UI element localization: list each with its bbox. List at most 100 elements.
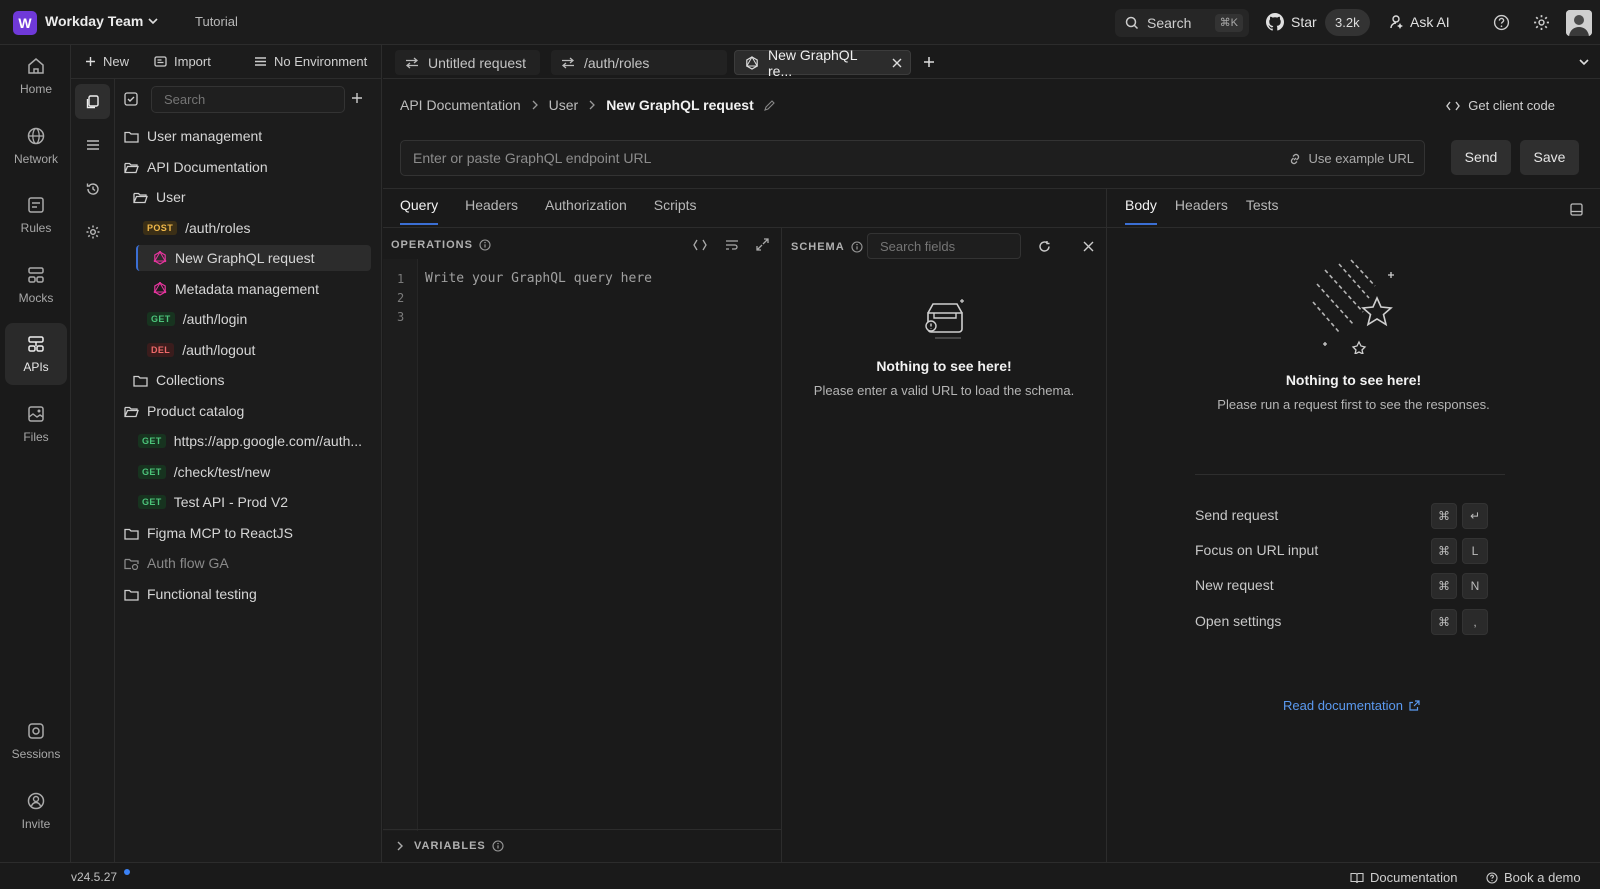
tab-headers[interactable]: Headers bbox=[465, 189, 527, 227]
workspace-name[interactable]: Workday Team bbox=[45, 13, 143, 29]
tree-request-auth-roles[interactable]: POST /auth/roles bbox=[143, 215, 250, 241]
global-search-button[interactable]: Search ⌘K bbox=[1115, 9, 1249, 37]
documentation-link[interactable]: Documentation bbox=[1350, 870, 1457, 885]
rail-item-apis[interactable]: APIs bbox=[5, 323, 67, 385]
shortcut-key: ↵ bbox=[1462, 503, 1488, 529]
tree-request-check-test-new[interactable]: GET /check/test/new bbox=[138, 459, 270, 485]
rail-item-home[interactable]: Home bbox=[5, 45, 67, 107]
tree-folder-figma-mcp[interactable]: Figma MCP to ReactJS bbox=[124, 520, 293, 546]
rail-item-rules[interactable]: Rules bbox=[5, 184, 67, 246]
expand-icon[interactable] bbox=[756, 238, 769, 251]
tab-new-graphql-request[interactable]: New GraphQL re... bbox=[734, 47, 911, 79]
shortcut-key: ⌘ bbox=[1431, 538, 1457, 564]
version-label: v24.5.27 bbox=[71, 870, 118, 884]
collections-tab-icon[interactable] bbox=[75, 84, 110, 119]
rail-item-sessions[interactable]: Sessions bbox=[5, 710, 67, 772]
github-star-button[interactable]: Star bbox=[1291, 14, 1317, 30]
folder-lock-icon bbox=[124, 557, 147, 570]
folder-icon bbox=[124, 527, 147, 540]
chevron-down-icon[interactable] bbox=[1578, 56, 1590, 68]
rail-item-network[interactable]: Network bbox=[5, 115, 67, 177]
tree-request-new-graphql[interactable]: New GraphQL request bbox=[136, 245, 371, 271]
ask-ai-button[interactable]: Ask AI bbox=[1410, 14, 1450, 30]
multi-select-icon[interactable] bbox=[123, 91, 139, 107]
tree-request-auth-login[interactable]: GET /auth/login bbox=[147, 306, 247, 332]
tab-authorization[interactable]: Authorization bbox=[545, 189, 636, 227]
history-icon[interactable] bbox=[75, 171, 110, 206]
query-editor[interactable]: Write your GraphQL query here bbox=[425, 271, 652, 286]
tree-folder-user[interactable]: User bbox=[133, 184, 186, 210]
prettify-icon[interactable] bbox=[693, 239, 707, 251]
rail-item-mocks[interactable]: Mocks bbox=[5, 254, 67, 316]
list-icon[interactable] bbox=[75, 127, 110, 162]
get-client-code-button[interactable]: Get client code bbox=[1446, 98, 1555, 113]
workspace-logo[interactable]: W bbox=[13, 11, 37, 35]
tab-query[interactable]: Query bbox=[400, 189, 447, 227]
chevron-right-icon bbox=[396, 841, 404, 851]
tree-folder-functional-testing[interactable]: Functional testing bbox=[124, 581, 257, 607]
info-icon[interactable] bbox=[479, 239, 491, 251]
explorer-side-toolbar bbox=[71, 79, 115, 862]
pencil-icon[interactable] bbox=[763, 99, 775, 111]
refresh-icon[interactable] bbox=[1038, 240, 1051, 253]
schema-search-input[interactable] bbox=[867, 233, 1021, 259]
breadcrumb-item[interactable]: User bbox=[549, 97, 579, 113]
tree-request-metadata-management[interactable]: Metadata management bbox=[153, 276, 319, 302]
help-icon[interactable] bbox=[1493, 14, 1510, 31]
shortcut-key: L bbox=[1462, 538, 1488, 564]
method-badge: GET bbox=[138, 465, 166, 479]
tab-response-headers[interactable]: Headers bbox=[1175, 189, 1237, 227]
tree-folder-auth-flow-ga[interactable]: Auth flow GA bbox=[124, 550, 229, 576]
explorer-search-input[interactable] bbox=[151, 86, 345, 113]
tab-body[interactable]: Body bbox=[1125, 189, 1166, 227]
tree-folder-collections[interactable]: Collections bbox=[133, 367, 224, 393]
tab-untitled-request[interactable]: Untitled request bbox=[395, 50, 540, 75]
rail-item-files[interactable]: Files bbox=[5, 393, 67, 455]
wrap-text-icon[interactable] bbox=[725, 239, 739, 251]
graphql-url-input[interactable]: Enter or paste GraphQL endpoint URL Use … bbox=[400, 140, 1425, 176]
send-button[interactable]: Send bbox=[1451, 140, 1511, 175]
variables-label: VARIABLES bbox=[414, 840, 486, 852]
settings-gear-icon[interactable] bbox=[75, 214, 110, 249]
chevron-down-icon[interactable] bbox=[147, 15, 159, 27]
method-badge: GET bbox=[138, 434, 166, 448]
client-code-label: Get client code bbox=[1468, 98, 1555, 113]
tutorial-link[interactable]: Tutorial bbox=[195, 14, 238, 29]
tree-folder-user-management[interactable]: User management bbox=[124, 123, 262, 149]
breadcrumb-item[interactable]: API Documentation bbox=[400, 97, 521, 113]
new-button[interactable]: New bbox=[85, 54, 129, 69]
invite-icon bbox=[26, 791, 46, 817]
new-tab-plus-icon[interactable] bbox=[923, 56, 935, 68]
tab-auth-roles[interactable]: /auth/roles bbox=[551, 50, 727, 75]
use-example-url-button[interactable]: Use example URL bbox=[1288, 151, 1414, 166]
tree-folder-api-documentation[interactable]: API Documentation bbox=[124, 154, 268, 180]
tree-request-google-auth[interactable]: GET https://app.google.com//auth... bbox=[138, 428, 362, 454]
book-demo-link[interactable]: Book a demo bbox=[1486, 870, 1581, 885]
schema-empty-state: Nothing to see here! Please enter a vali… bbox=[782, 358, 1106, 398]
save-button[interactable]: Save bbox=[1520, 140, 1579, 175]
line-number-gutter: 1 2 3 bbox=[383, 259, 418, 831]
tree-request-test-api-prod[interactable]: GET Test API - Prod V2 bbox=[138, 489, 288, 515]
info-icon[interactable] bbox=[851, 241, 863, 253]
environment-selector[interactable]: No Environment bbox=[254, 54, 367, 69]
tab-scripts[interactable]: Scripts bbox=[654, 189, 706, 227]
avatar[interactable] bbox=[1566, 10, 1592, 36]
link-icon bbox=[1288, 152, 1302, 166]
tab-tests[interactable]: Tests bbox=[1246, 189, 1288, 227]
import-button[interactable]: Import bbox=[154, 54, 211, 69]
folder-icon bbox=[133, 374, 156, 387]
panel-layout-icon[interactable] bbox=[1570, 203, 1583, 216]
import-label: Import bbox=[174, 54, 211, 69]
method-badge: POST bbox=[143, 221, 178, 235]
add-icon[interactable] bbox=[351, 92, 363, 104]
gear-icon[interactable] bbox=[1533, 14, 1550, 31]
tree-request-auth-logout[interactable]: DEL /auth/logout bbox=[147, 337, 255, 363]
close-icon[interactable] bbox=[892, 58, 902, 68]
tree-label: User management bbox=[147, 128, 263, 144]
info-icon[interactable] bbox=[492, 840, 504, 852]
variables-section[interactable]: VARIABLES bbox=[383, 829, 781, 862]
tree-folder-product-catalog[interactable]: Product catalog bbox=[124, 398, 244, 424]
rail-item-invite[interactable]: Invite bbox=[5, 780, 67, 842]
read-documentation-link[interactable]: Read documentation bbox=[1283, 698, 1420, 713]
close-icon[interactable] bbox=[1083, 241, 1094, 252]
